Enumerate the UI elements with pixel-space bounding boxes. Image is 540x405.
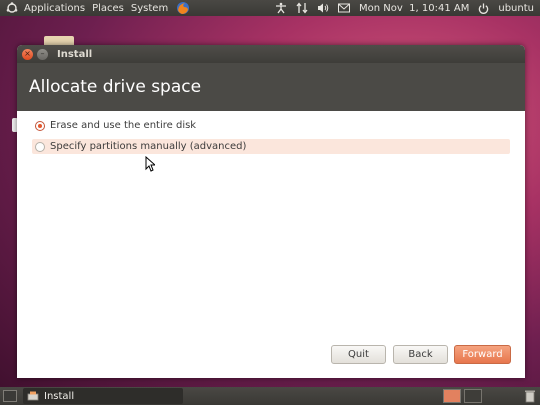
user-name[interactable]: ubuntu — [498, 3, 534, 14]
menu-applications[interactable]: Applications — [24, 3, 85, 14]
power-icon[interactable] — [478, 2, 489, 14]
window-title: Install — [57, 48, 93, 60]
back-button[interactable]: Back — [393, 345, 448, 364]
option-erase-disk[interactable]: Erase and use the entire disk — [32, 118, 510, 133]
workspace-2[interactable] — [464, 389, 482, 403]
show-desktop-icon[interactable] — [3, 390, 17, 402]
radio-manual-partitions[interactable] — [35, 141, 45, 152]
ubuntu-logo-icon[interactable] — [5, 1, 19, 15]
close-icon[interactable]: × — [22, 48, 33, 60]
workspace-1[interactable] — [443, 389, 461, 403]
option-manual-partitions-label[interactable]: Specify partitions manually (advanced) — [50, 141, 246, 152]
menu-places[interactable]: Places — [92, 3, 124, 14]
top-panel: Applications Places System Mon Nov 1, 10… — [0, 0, 540, 16]
radio-erase-disk[interactable] — [35, 120, 45, 131]
menu-system[interactable]: System — [131, 3, 168, 14]
mail-icon[interactable] — [338, 3, 351, 13]
window-titlebar[interactable]: × – Install — [17, 45, 525, 63]
taskbar-item-label: Install — [44, 390, 75, 402]
installer-icon — [27, 391, 39, 401]
taskbar-item-install[interactable]: Install — [23, 388, 183, 404]
minimize-icon[interactable]: – — [37, 48, 48, 60]
quit-button[interactable]: Quit — [331, 345, 386, 364]
accessibility-icon[interactable] — [275, 2, 287, 14]
trash-icon[interactable] — [524, 389, 536, 403]
forward-button[interactable]: Forward — [454, 345, 511, 364]
volume-icon[interactable] — [317, 2, 329, 14]
option-erase-disk-label[interactable]: Erase and use the entire disk — [50, 120, 196, 131]
page-header: Allocate drive space — [17, 63, 525, 111]
clock[interactable]: Mon Nov 1, 10:41 AM — [359, 3, 469, 14]
network-icon[interactable] — [296, 2, 308, 14]
firefox-icon[interactable] — [176, 1, 190, 15]
page-title: Allocate drive space — [29, 77, 202, 97]
option-manual-partitions[interactable]: Specify partitions manually (advanced) — [32, 139, 510, 154]
content-area: Erase and use the entire disk Specify pa… — [17, 111, 525, 378]
bottom-panel: Install — [0, 387, 540, 405]
mouse-cursor-icon — [145, 156, 155, 172]
install-window: × – Install Allocate drive space Erase a… — [17, 45, 525, 378]
